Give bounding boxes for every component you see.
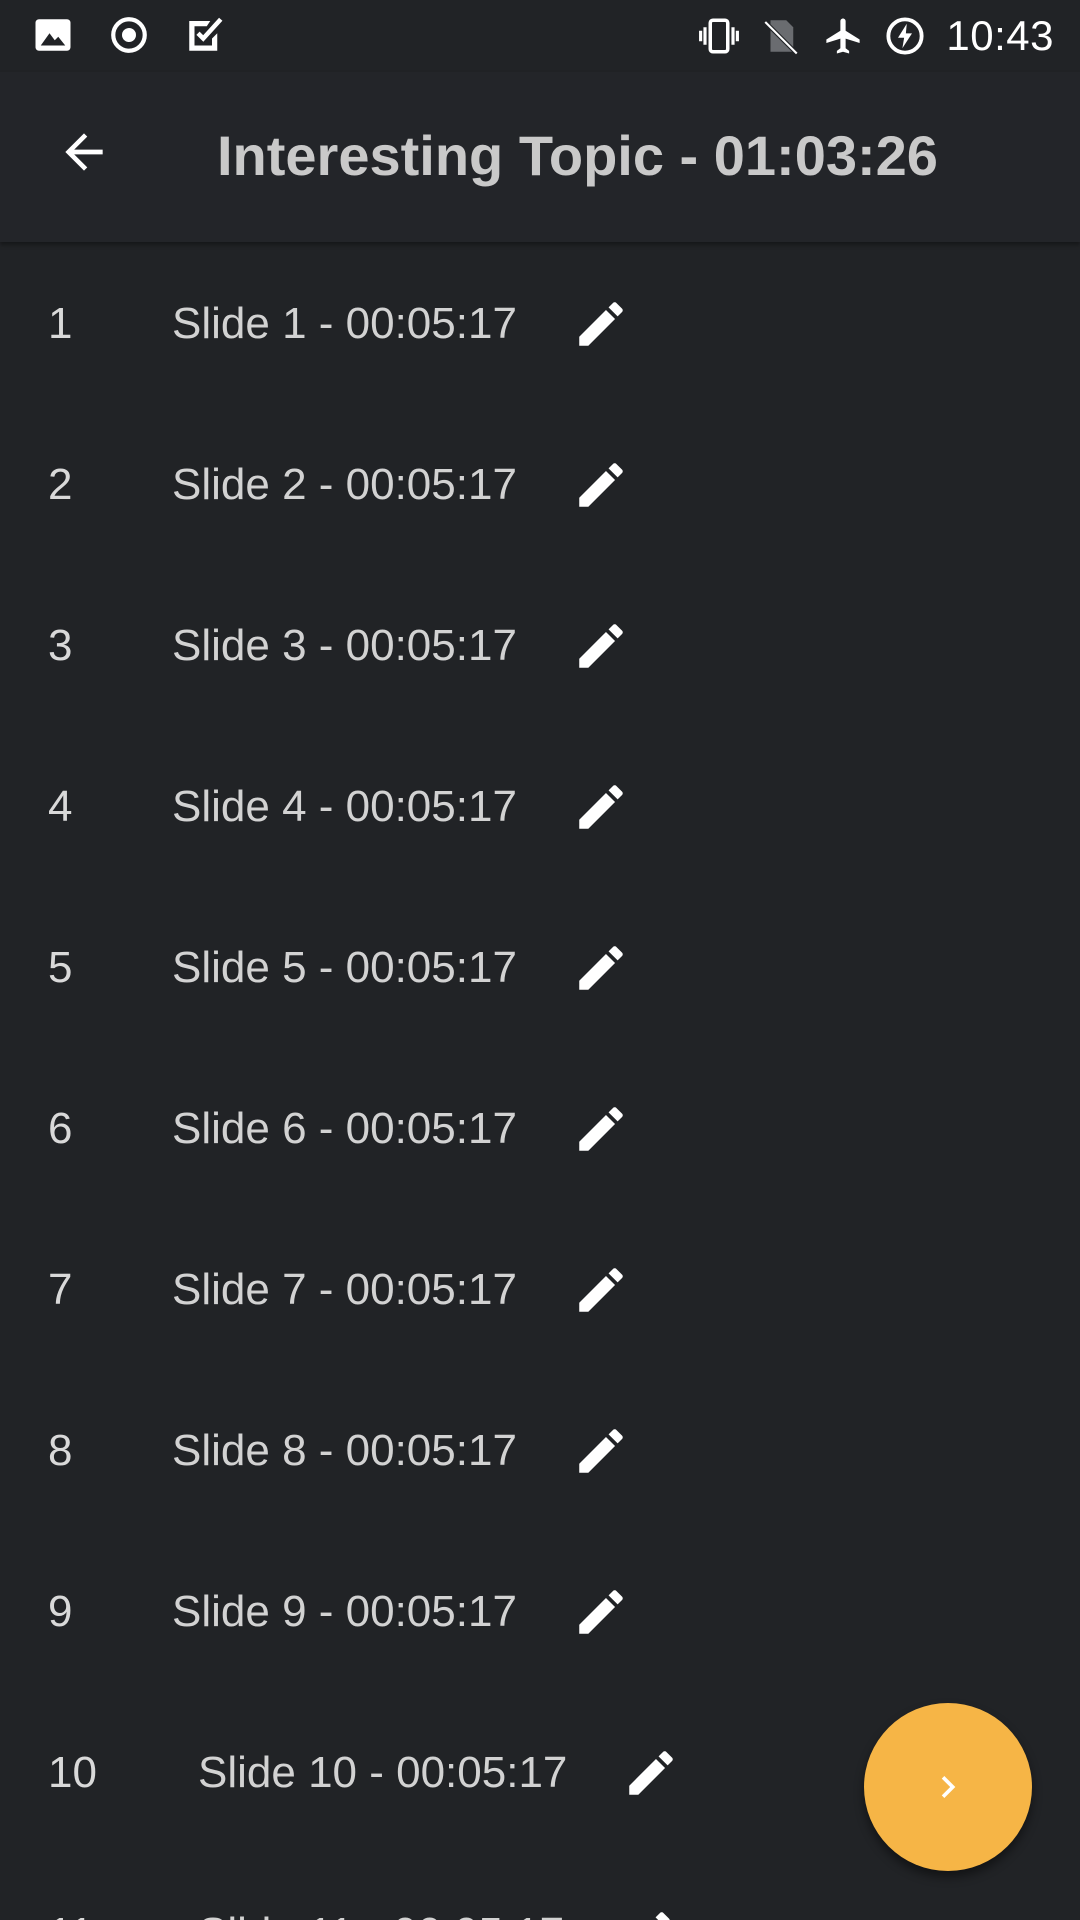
slide-label: Slide 8 - 00:05:17	[172, 1426, 517, 1475]
no-sim-icon	[764, 20, 799, 56]
edit-button[interactable]	[569, 292, 633, 356]
slide-label: Slide 3 - 00:05:17	[172, 621, 517, 670]
slide-label: Slide 11 - 00:05:17	[198, 1909, 564, 1920]
edit-button[interactable]	[569, 936, 633, 1000]
edit-button[interactable]	[569, 453, 633, 517]
pencil-icon	[579, 785, 623, 829]
arrow-back-icon	[65, 133, 103, 171]
slide-label: Slide 6 - 00:05:17	[172, 1104, 517, 1153]
slide-number: 7	[48, 1265, 73, 1314]
list-item[interactable]: 8 Slide 8 - 00:05:17	[0, 1369, 1080, 1530]
slide-number: 2	[48, 460, 73, 509]
pencil-icon	[579, 463, 623, 507]
slide-number: 9	[48, 1587, 73, 1636]
airplane-icon	[826, 18, 861, 54]
edit-button[interactable]	[569, 1419, 633, 1483]
slide-label: Slide 5 - 00:05:17	[172, 943, 517, 992]
edit-button[interactable]	[569, 1097, 633, 1161]
slide-number: 5	[48, 943, 73, 992]
page-title: Interesting Topic - 01:03:26	[217, 124, 938, 187]
slide-number: 6	[48, 1104, 73, 1153]
slide-label: Slide 7 - 00:05:17	[172, 1265, 517, 1314]
task-icon	[189, 17, 223, 51]
slide-label: Slide 1 - 00:05:17	[172, 299, 517, 348]
edit-button[interactable]	[569, 614, 633, 678]
list-item[interactable]: 2 Slide 2 - 00:05:17	[0, 403, 1080, 564]
list-item[interactable]: 6 Slide 6 - 00:05:17	[0, 1047, 1080, 1208]
slide-label: Slide 9 - 00:05:17	[172, 1587, 517, 1636]
list-item[interactable]: 1 Slide 1 - 00:05:17	[0, 242, 1080, 403]
edit-button[interactable]	[569, 1580, 633, 1644]
vibrate-icon	[699, 18, 740, 54]
back-button[interactable]	[44, 112, 124, 192]
list-item[interactable]: 9 Slide 9 - 00:05:17	[0, 1530, 1080, 1691]
slide-label: Slide 4 - 00:05:17	[172, 782, 517, 831]
slide-label: Slide 2 - 00:05:17	[172, 460, 517, 509]
edit-button[interactable]	[569, 775, 633, 839]
pencil-icon	[579, 1429, 623, 1473]
pencil-icon	[579, 1268, 623, 1312]
slide-number: 4	[48, 782, 73, 831]
pencil-icon	[579, 1107, 623, 1151]
chevron-right-icon	[941, 1776, 956, 1798]
status-right-icons: 10:43	[698, 14, 1054, 58]
slide-list[interactable]: 1 Slide 1 - 00:05:17 2 Slide 2 - 00:05:1…	[0, 242, 1080, 1920]
slide-number: 8	[48, 1426, 73, 1475]
slide-number: 10	[48, 1748, 97, 1797]
pencil-icon	[653, 1912, 670, 1920]
app-bar: Interesting Topic - 01:03:26	[0, 72, 1080, 242]
edit-button[interactable]	[619, 1741, 683, 1805]
status-bar: 10:43	[0, 0, 1080, 72]
pencil-icon	[579, 946, 623, 990]
edit-button[interactable]	[569, 1258, 633, 1322]
list-item[interactable]: 7 Slide 7 - 00:05:17	[0, 1208, 1080, 1369]
pencil-icon	[579, 624, 623, 668]
battery-charging-icon	[886, 17, 924, 55]
pencil-icon	[629, 1751, 674, 1795]
list-item[interactable]: 5 Slide 5 - 00:05:17	[0, 886, 1080, 1047]
edit-button[interactable]	[616, 1902, 680, 1920]
list-item[interactable]: 3 Slide 3 - 00:05:17	[0, 564, 1080, 725]
pencil-icon	[579, 1590, 623, 1634]
pencil-icon	[579, 302, 623, 346]
slide-number: 1	[48, 299, 73, 348]
status-time: 10:43	[946, 12, 1054, 59]
slide-number: 11	[0, 1909, 150, 1920]
slide-number: 3	[48, 621, 73, 670]
next-fab-button[interactable]	[864, 1703, 1032, 1871]
status-left-icons	[32, 14, 226, 56]
slide-label: Slide 10 - 00:05:17	[198, 1748, 568, 1797]
list-item[interactable]: 4 Slide 4 - 00:05:17	[0, 725, 1080, 886]
record-icon	[111, 17, 147, 53]
image-icon	[35, 19, 71, 51]
